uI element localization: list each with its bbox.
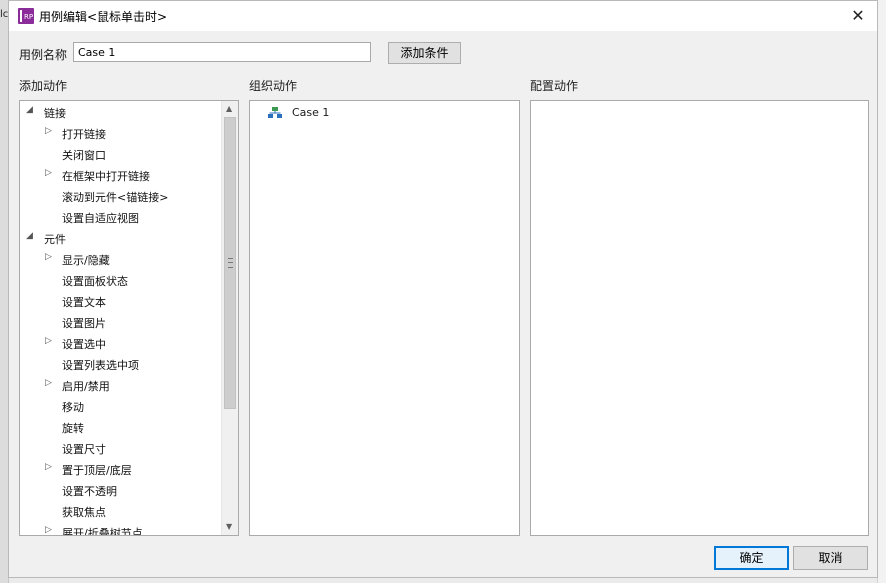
tree-item[interactable]: 滚动到元件<锚链接> xyxy=(20,185,221,206)
tree-item-label: 设置文本 xyxy=(62,296,106,309)
tree-item-label: 设置不透明 xyxy=(62,485,117,498)
tree-item[interactable]: ▷ 显示/隐藏 xyxy=(20,248,221,269)
tree-item-label: 滚动到元件<锚链接> xyxy=(62,191,169,204)
tree-item[interactable]: 设置面板状态 xyxy=(20,269,221,290)
tree-item-label: 显示/隐藏 xyxy=(62,254,110,267)
window-title: 用例编辑<鼠标单击时> xyxy=(39,10,168,24)
collapsed-arrow-icon[interactable]: ▷ xyxy=(45,378,52,388)
tree-item[interactable]: 关闭窗口 xyxy=(20,143,221,164)
organize-action-panel: Case 1 xyxy=(249,100,520,536)
case-editor-dialog: RP 用例编辑<鼠标单击时> ✕ 用例名称 添加条件 添加动作 组织动作 配置动… xyxy=(8,0,878,578)
collapsed-arrow-icon[interactable]: ▷ xyxy=(45,252,52,262)
collapsed-arrow-icon[interactable]: ▷ xyxy=(45,525,52,535)
tree-item[interactable]: 移动 xyxy=(20,395,221,416)
tree-item[interactable]: 旋转 xyxy=(20,416,221,437)
add-action-panel: ◢ 链接 ▷ 打开链接关闭窗口 ▷ 在框架中打开链接滚动到元件<锚链接> 设置自适应视图 ◢ 元… xyxy=(19,100,239,536)
tree-item-label: 设置面板状态 xyxy=(62,275,128,288)
tree-item[interactable]: 设置图片 xyxy=(20,311,221,332)
configure-action-heading: 配置动作 xyxy=(530,79,579,93)
add-action-heading: 添加动作 xyxy=(19,79,68,93)
tree-category[interactable]: ◢ 链接 xyxy=(20,101,221,122)
tree-item[interactable]: ▷ 在框架中打开链接 xyxy=(20,164,221,185)
tree-item-label: 展开/折叠树节点 xyxy=(62,527,143,535)
tree-item-label: 启用/禁用 xyxy=(62,380,110,393)
tree-item-label: 设置列表选中项 xyxy=(62,359,139,372)
scroll-down-icon[interactable]: ▼ xyxy=(226,522,232,531)
cancel-button[interactable]: 取消 xyxy=(793,546,868,570)
tree-item-label: 设置自适应视图 xyxy=(62,212,139,225)
case-name-input[interactable] xyxy=(73,42,371,62)
configure-action-panel xyxy=(530,100,869,536)
title-bar[interactable]: RP 用例编辑<鼠标单击时> ✕ xyxy=(9,1,877,31)
tree-item-label: 设置图片 xyxy=(62,317,106,330)
background-window-strip-right xyxy=(877,0,886,583)
collapsed-arrow-icon[interactable]: ▷ xyxy=(45,462,52,472)
tree-item[interactable]: ▷ 启用/禁用 xyxy=(20,374,221,395)
rp-app-icon: RP xyxy=(18,8,34,24)
tree-item-label: 在框架中打开链接 xyxy=(62,170,150,183)
expanded-arrow-icon[interactable]: ◢ xyxy=(26,105,33,115)
ok-button[interactable]: 确定 xyxy=(714,546,789,570)
tree-item[interactable]: 获取焦点 xyxy=(20,500,221,521)
add-condition-button[interactable]: 添加条件 xyxy=(388,42,461,64)
tree-item-label: 关闭窗口 xyxy=(62,149,106,162)
action-tree: ◢ 链接 ▷ 打开链接关闭窗口 ▷ 在框架中打开链接滚动到元件<锚链接> 设置自适应视图 ◢ 元… xyxy=(20,101,221,535)
tree-item[interactable]: 设置尺寸 xyxy=(20,437,221,458)
tree-item-label: 设置尺寸 xyxy=(62,443,106,456)
tree-category[interactable]: ◢ 元件 xyxy=(20,227,221,248)
case-node-label: Case 1 xyxy=(292,106,330,119)
scroll-up-icon[interactable]: ▲ xyxy=(226,104,232,113)
tree-scrollbar[interactable]: ▲ ▼ xyxy=(221,101,238,535)
tree-item-label: 置于顶层/底层 xyxy=(62,464,132,477)
organize-action-heading: 组织动作 xyxy=(249,79,298,93)
tree-item[interactable]: ▷ 打开链接 xyxy=(20,122,221,143)
tree-item-label: 移动 xyxy=(62,401,84,414)
case-name-label: 用例名称 xyxy=(19,48,68,62)
tree-item[interactable]: 设置列表选中项 xyxy=(20,353,221,374)
expanded-arrow-icon[interactable]: ◢ xyxy=(26,231,33,241)
tree-item-label: 打开链接 xyxy=(62,128,106,141)
tree-item[interactable]: ▷ 展开/折叠树节点 xyxy=(20,521,221,535)
tree-item-label: 旋转 xyxy=(62,422,84,435)
tree-item[interactable]: 设置不透明 xyxy=(20,479,221,500)
tree-item-label: 元件 xyxy=(44,233,66,246)
tree-item-label: 获取焦点 xyxy=(62,506,106,519)
case-tree-icon xyxy=(268,107,282,118)
scrollbar-thumb[interactable] xyxy=(224,117,236,409)
tree-item-label: 设置选中 xyxy=(62,338,106,351)
tree-item[interactable]: 设置自适应视图 xyxy=(20,206,221,227)
tree-item[interactable]: ▷ 置于顶层/底层 xyxy=(20,458,221,479)
tree-item[interactable]: ▷ 设置选中 xyxy=(20,332,221,353)
tree-item[interactable]: 设置文本 xyxy=(20,290,221,311)
collapsed-arrow-icon[interactable]: ▷ xyxy=(45,336,52,346)
collapsed-arrow-icon[interactable]: ▷ xyxy=(45,168,52,178)
tree-item-label: 链接 xyxy=(44,107,66,120)
close-icon[interactable]: ✕ xyxy=(845,4,871,28)
collapsed-arrow-icon[interactable]: ▷ xyxy=(45,126,52,136)
